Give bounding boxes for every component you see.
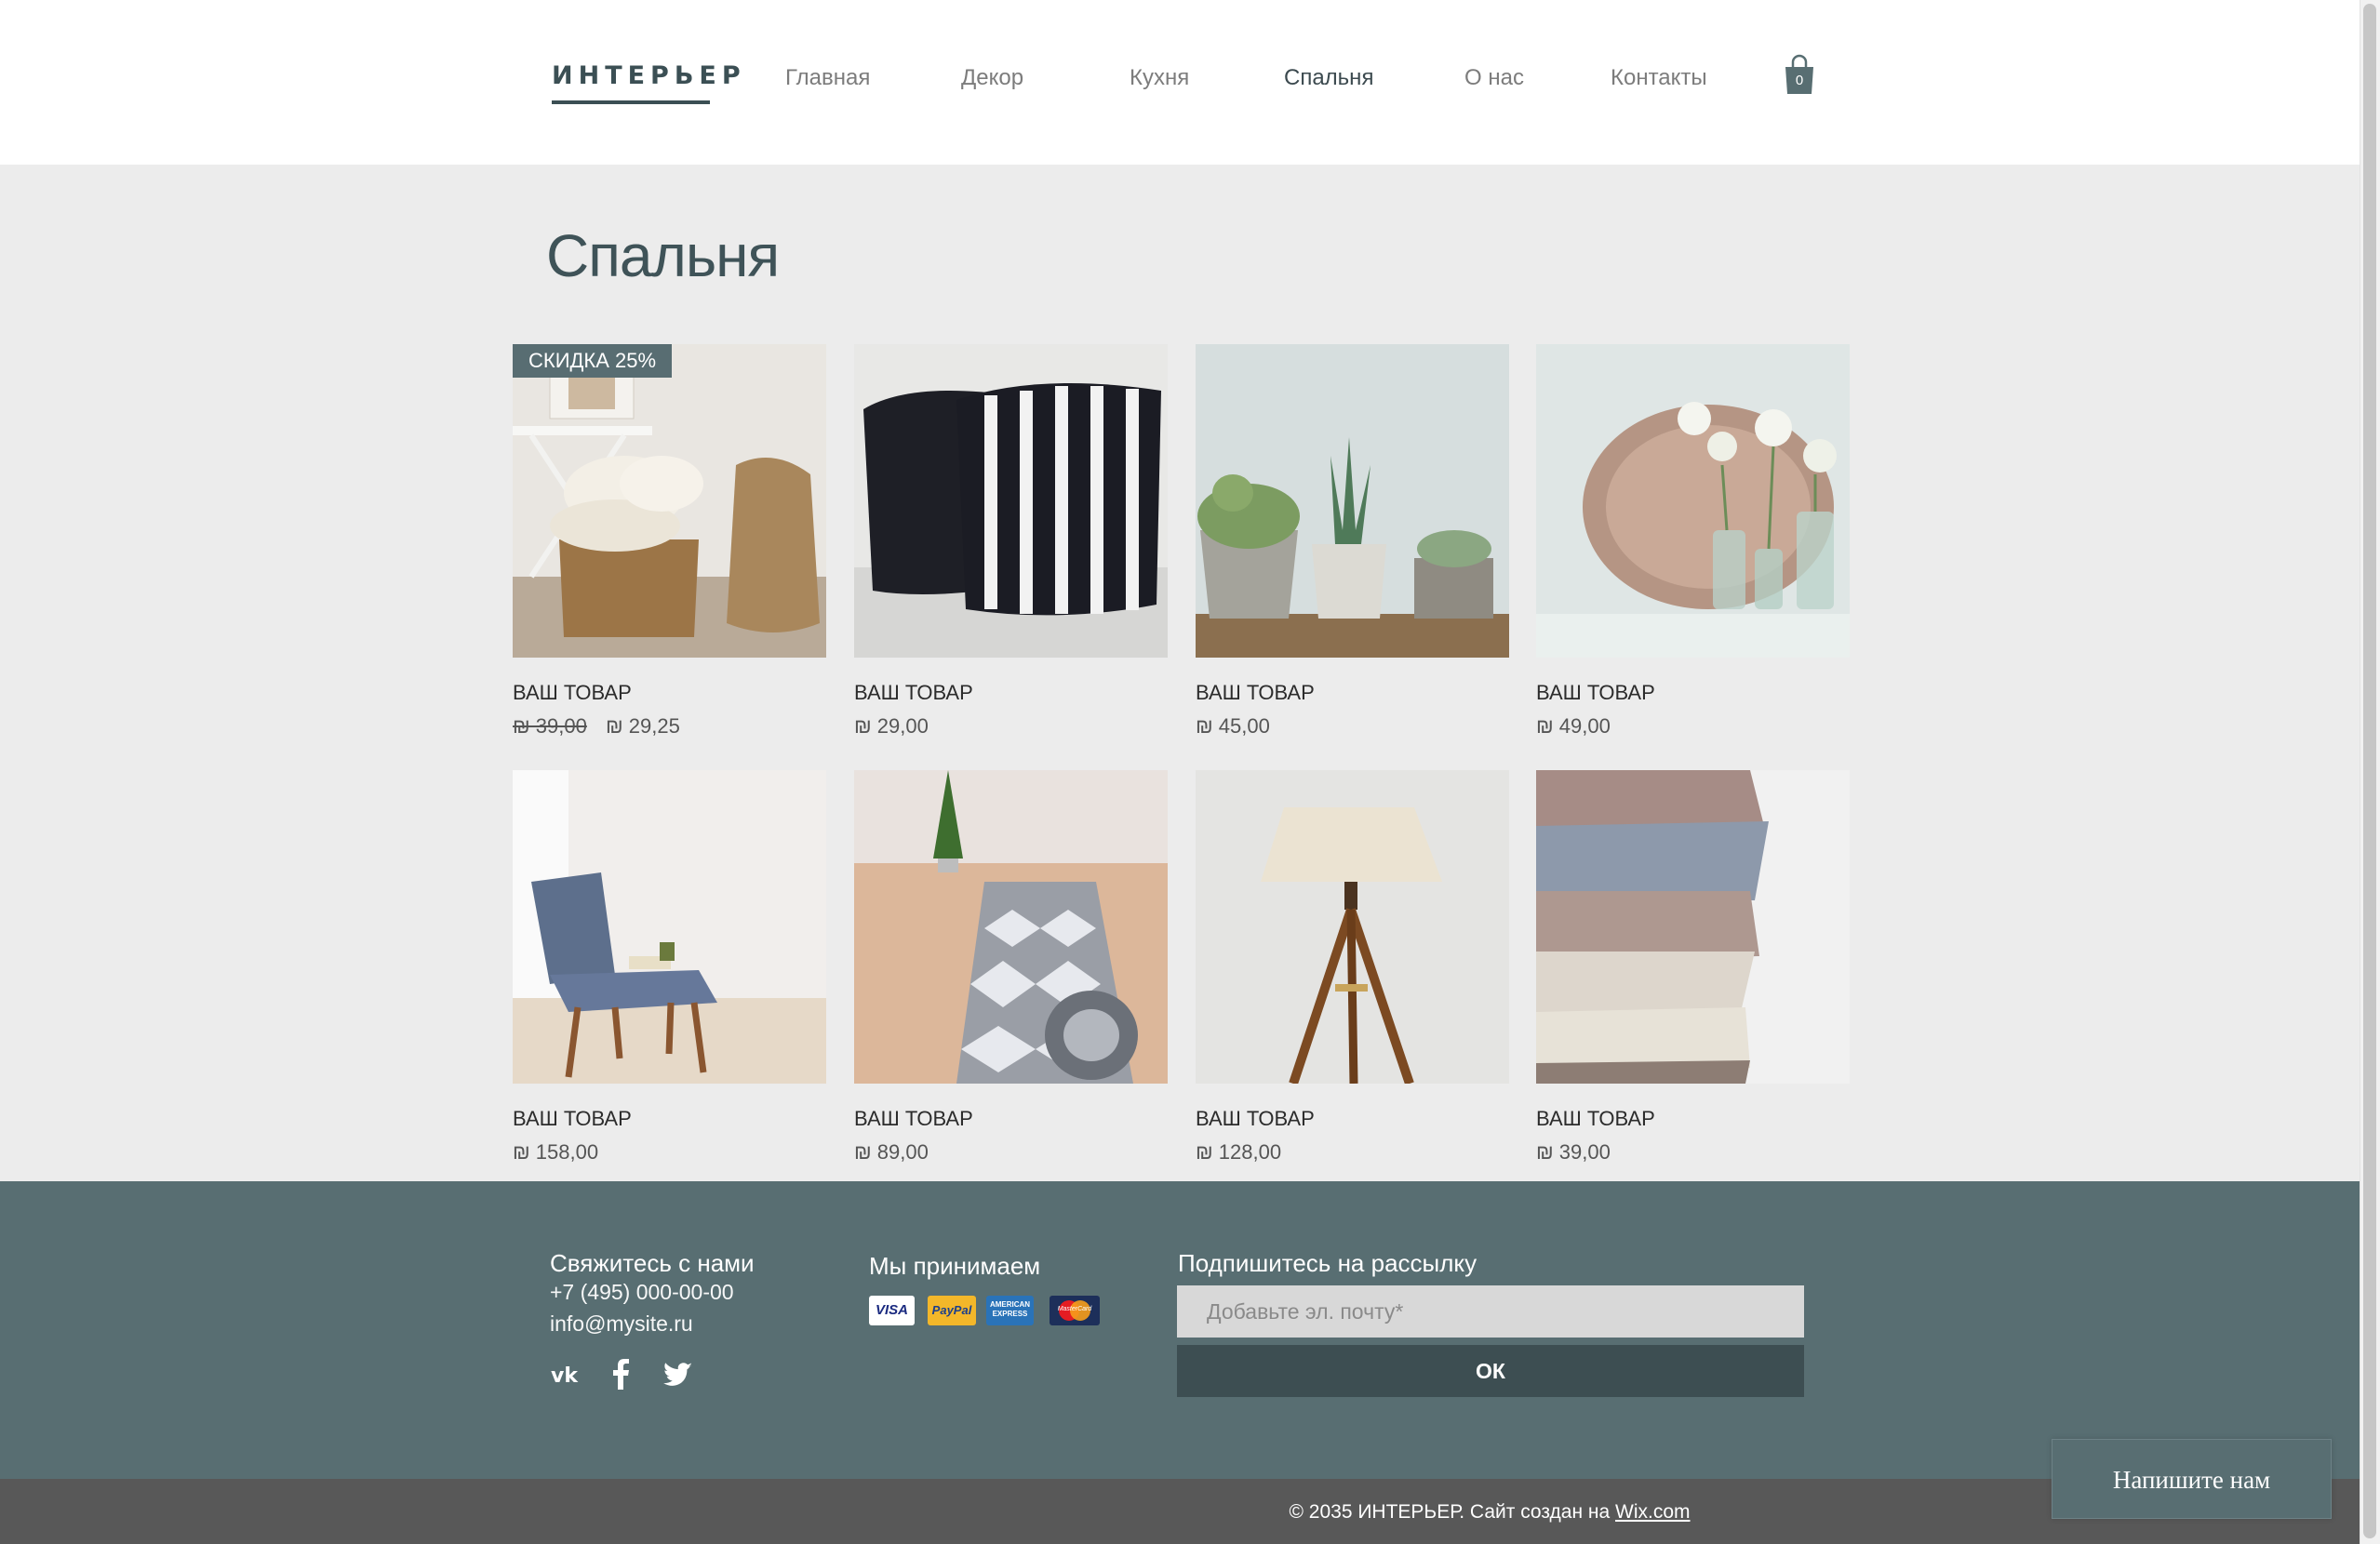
vk-icon[interactable]: vk	[549, 1358, 582, 1391]
product-price: ₪ 128,00	[1196, 1140, 1282, 1164]
nav-item-contacts[interactable]: Контакты	[1611, 65, 1707, 91]
contact-phone: +7 (495) 000-00-00	[550, 1280, 734, 1304]
nav-item-decor[interactable]: Декор	[961, 65, 1023, 91]
product-price: ₪ 89,00	[854, 1140, 929, 1164]
contact-title: Свяжитесь с нами	[550, 1249, 755, 1277]
product-image-lamp[interactable]	[1196, 770, 1509, 1084]
product-name[interactable]: ВАШ ТОВАР	[1196, 681, 1315, 705]
product-image-pillows[interactable]	[854, 344, 1168, 658]
facebook-icon[interactable]	[605, 1358, 638, 1391]
product-name[interactable]: ВАШ ТОВАР	[854, 1107, 973, 1131]
nav-item-bedroom[interactable]: Спальня	[1284, 65, 1373, 91]
twitter-icon[interactable]	[661, 1358, 694, 1391]
contact-email[interactable]: info@mysite.ru	[550, 1311, 693, 1337]
product-name[interactable]: ВАШ ТОВАР	[513, 681, 632, 705]
logo-underline	[552, 100, 710, 104]
product-image-rug[interactable]	[854, 770, 1168, 1084]
paypal-icon: PayPal	[928, 1296, 976, 1325]
mastercard-icon: MasterCard	[1050, 1296, 1100, 1325]
payment-title: Мы принимаем	[869, 1252, 1041, 1280]
discount-badge: СКИДКА 25%	[513, 344, 673, 378]
nav-item-about[interactable]: О нас	[1464, 65, 1524, 91]
newsletter-submit-button[interactable]: ОК	[1177, 1345, 1804, 1397]
product-image-succulents[interactable]	[1196, 344, 1509, 658]
product-name[interactable]: ВАШ ТОВАР	[1536, 1107, 1655, 1131]
cart-count: 0	[1795, 73, 1804, 88]
visa-icon: VISA	[869, 1296, 915, 1325]
product-image-chair[interactable]	[513, 770, 826, 1084]
amex-icon: AMERICAN EXPRESS	[986, 1296, 1034, 1325]
copyright-text: © 2035 ИНТЕРЬЕР. Сайт создан на Wix.com	[1289, 1501, 1691, 1523]
product-price: ₪ 29,00	[854, 714, 929, 738]
product-image-blankets[interactable]	[1536, 770, 1850, 1084]
product-name[interactable]: ВАШ ТОВАР	[1196, 1107, 1315, 1131]
product-price: ₪ 49,00	[1536, 714, 1611, 738]
product-name[interactable]: ВАШ ТОВАР	[513, 1107, 632, 1131]
nav-item-kitchen[interactable]: Кухня	[1130, 65, 1189, 91]
product-price: ₪ 158,00	[513, 1140, 599, 1164]
product-name[interactable]: ВАШ ТОВАР	[1536, 681, 1655, 705]
wix-link[interactable]: Wix.com	[1615, 1501, 1691, 1523]
product-sale-price: ₪ 29,25	[605, 714, 680, 738]
product-image-baskets[interactable]	[513, 344, 826, 658]
product-old-price: ₪ 39,00	[513, 714, 587, 738]
product-image-flowers[interactable]	[1536, 344, 1850, 658]
nav-item-home[interactable]: Главная	[785, 65, 870, 91]
chat-button[interactable]: Напишите нам	[2052, 1439, 2332, 1519]
newsletter-title: Подпишитесь на рассылку	[1178, 1249, 1477, 1277]
product-price: ₪ 39,00	[1536, 1140, 1611, 1164]
scrollbar-thumb[interactable]	[2363, 4, 2376, 1538]
page-title: Спальня	[546, 222, 780, 289]
product-name[interactable]: ВАШ ТОВАР	[854, 681, 973, 705]
cart-button[interactable]: 0	[1784, 54, 1815, 95]
svg-text:vk: vk	[551, 1364, 579, 1388]
newsletter-email-input[interactable]	[1177, 1285, 1804, 1338]
product-price: ₪ 39,00 ₪ 29,25	[513, 714, 680, 739]
site-logo[interactable]: ИНТЕРЬЕР	[552, 61, 746, 90]
product-price: ₪ 45,00	[1196, 714, 1270, 738]
site-header: ИНТЕРЬЕР Главная Декор Кухня Спальня О н…	[0, 0, 2360, 165]
